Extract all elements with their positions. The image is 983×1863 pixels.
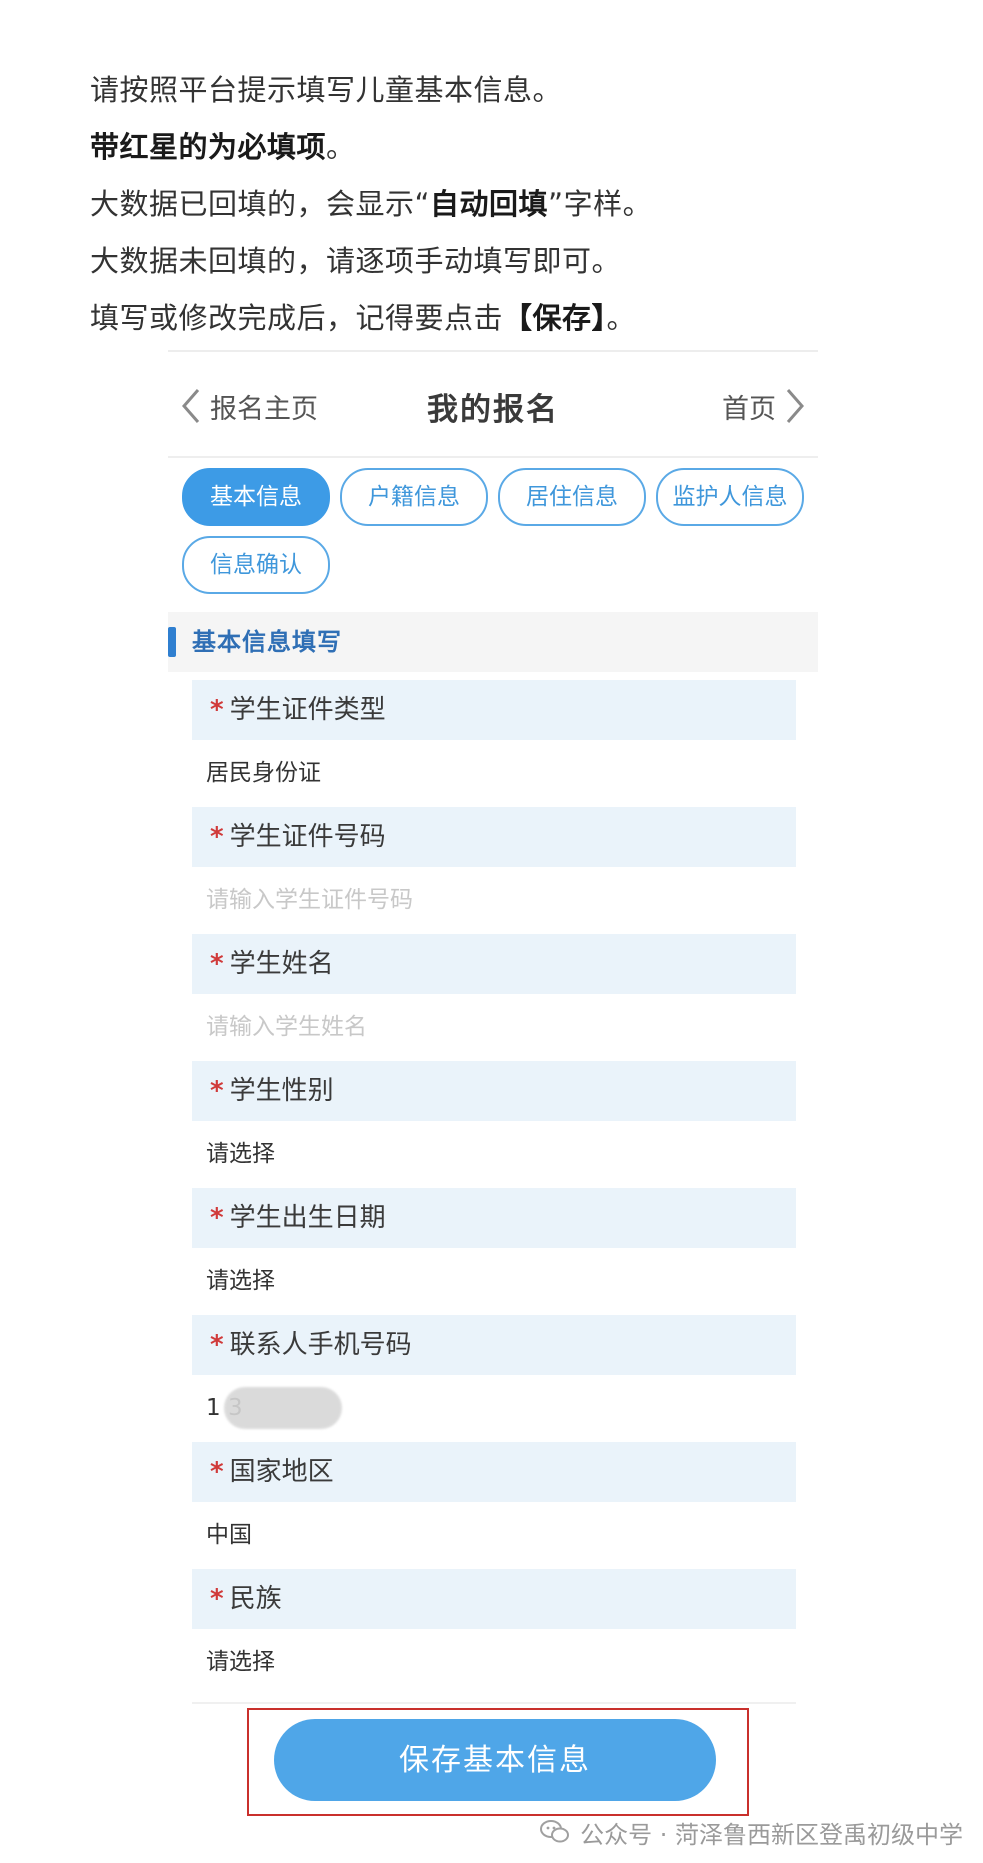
required-star-icon: * bbox=[210, 1203, 224, 1233]
intro-line-4: 大数据未回填的，请逐项手动填写即可。 bbox=[90, 233, 910, 290]
ethnicity-select[interactable]: 请选择 bbox=[206, 1631, 796, 1693]
form-field-birth-date: * 学生出生日期 请选择 bbox=[168, 1188, 818, 1315]
field-label-text: 学生证件号码 bbox=[229, 822, 386, 852]
intro-bold-text: 带红星的为必填项 bbox=[90, 130, 327, 164]
form-field-ethnicity: * 民族 请选择 bbox=[168, 1569, 818, 1696]
save-basic-info-button[interactable]: 保存基本信息 bbox=[274, 1719, 716, 1801]
field-label: * 国家地区 bbox=[192, 1442, 796, 1502]
birth-date-select[interactable]: 请选择 bbox=[206, 1250, 796, 1312]
tab-confirm-info[interactable]: 信息确认 bbox=[182, 536, 330, 594]
form-field-contact-phone: *联系人手机号码 1 3 bbox=[168, 1315, 818, 1442]
gender-select[interactable]: 请选择 bbox=[206, 1123, 796, 1185]
intro-text: 填写或修改完成后，记得要点击 bbox=[90, 301, 504, 335]
basic-info-form: *学生证件类型 居民身份证 *学生证件号码 *学生姓名 *学生性别 请选择 *学… bbox=[168, 680, 818, 1696]
home-button[interactable]: 首页 bbox=[722, 386, 808, 426]
required-star-icon: * bbox=[210, 1330, 224, 1360]
field-label-text: 学生性别 bbox=[229, 1076, 334, 1106]
field-label-text: 民族 bbox=[229, 1584, 282, 1614]
phone-screenshot: 报名主页 我的报名 首页 基本信息 户籍信息 居住信息 监护人信息 信息确认 基… bbox=[168, 350, 818, 1790]
form-field-student-name: * 学生姓名 bbox=[168, 934, 818, 1061]
field-label: * 学生证件类型 bbox=[192, 680, 796, 740]
field-label-text: 学生证件类型 bbox=[229, 695, 386, 725]
form-field-gender: * 学生性别 请选择 bbox=[168, 1061, 818, 1188]
privacy-blur-mask bbox=[224, 1387, 342, 1429]
field-label: * 学生出生日期 bbox=[192, 1188, 796, 1248]
tab-guardian-info[interactable]: 监护人信息 bbox=[656, 468, 804, 526]
field-label: * 学生性别 bbox=[192, 1061, 796, 1121]
wechat-icon bbox=[540, 1820, 570, 1843]
student-name-input[interactable] bbox=[206, 996, 796, 1058]
intro-text: 大数据未回填的，请逐项手动填写即可。 bbox=[90, 244, 622, 278]
article-intro: 请按照平台提示填写儿童基本信息。 带红星的为必填项。 大数据已回填的，会显示“自… bbox=[90, 62, 910, 347]
page-title: 我的报名 bbox=[427, 392, 559, 428]
watermark-text: 公众号 · 菏泽鲁西新区登禹初级中学 bbox=[580, 1820, 963, 1849]
tab-residence-info[interactable]: 居住信息 bbox=[498, 468, 646, 526]
required-star-icon: * bbox=[210, 1584, 224, 1614]
intro-line-3: 大数据已回填的，会显示“自动回填”字样。 bbox=[90, 176, 910, 233]
nav-bar: 报名主页 我的报名 首页 bbox=[168, 358, 818, 452]
intro-bold-text: 自动回填 bbox=[430, 187, 549, 221]
section-accent-bar bbox=[168, 627, 176, 657]
wechat-watermark: 公众号 · 菏泽鲁西新区登禹初级中学 bbox=[540, 1812, 963, 1852]
chevron-right-icon bbox=[786, 389, 804, 423]
intro-bold-text: 【保存】 bbox=[503, 301, 607, 335]
intro-line-5: 填写或修改完成后，记得要点击【保存】。 bbox=[90, 290, 910, 347]
intro-text: 。 bbox=[606, 301, 637, 335]
required-star-icon: * bbox=[210, 695, 224, 725]
required-star-icon: * bbox=[210, 949, 224, 979]
intro-line-1: 请按照平台提示填写儿童基本信息。 bbox=[90, 62, 910, 119]
divider bbox=[168, 350, 818, 352]
tab-basic-info[interactable]: 基本信息 bbox=[182, 468, 330, 526]
field-label: * 学生证件号码 bbox=[192, 807, 796, 867]
required-star-icon: * bbox=[210, 1457, 224, 1487]
required-star-icon: * bbox=[210, 822, 224, 852]
home-label: 首页 bbox=[722, 393, 776, 425]
field-label: * 联系人手机号码 bbox=[192, 1315, 796, 1375]
id-number-input[interactable] bbox=[206, 869, 796, 931]
field-label-text: 国家地区 bbox=[229, 1457, 334, 1487]
field-label-text: 学生姓名 bbox=[229, 949, 334, 979]
field-label-text: 联系人手机号码 bbox=[229, 1330, 412, 1360]
field-label-text: 学生出生日期 bbox=[229, 1203, 386, 1233]
intro-text: 大数据已回填的，会显示“ bbox=[90, 187, 431, 221]
form-field-country: * 国家地区 中国 bbox=[168, 1442, 818, 1569]
section-header: 基本信息填写 bbox=[168, 612, 818, 672]
divider bbox=[192, 1702, 796, 1704]
intro-text: ”字样。 bbox=[548, 187, 653, 221]
field-label: * 民族 bbox=[192, 1569, 796, 1629]
divider bbox=[168, 456, 818, 458]
required-star-icon: * bbox=[210, 1076, 224, 1106]
intro-text: 请按照平台提示填写儿童基本信息。 bbox=[90, 73, 563, 107]
intro-line-2: 带红星的为必填项。 bbox=[90, 119, 910, 176]
field-label: * 学生姓名 bbox=[192, 934, 796, 994]
section-title: 基本信息填写 bbox=[192, 628, 342, 656]
intro-text: 。 bbox=[326, 130, 356, 164]
id-type-select[interactable]: 居民身份证 bbox=[206, 742, 796, 804]
form-field-id-type: * 学生证件类型 居民身份证 bbox=[168, 680, 818, 807]
country-select[interactable]: 中国 bbox=[206, 1504, 796, 1566]
form-field-id-number: * 学生证件号码 bbox=[168, 807, 818, 934]
tab-household-info[interactable]: 户籍信息 bbox=[340, 468, 488, 526]
